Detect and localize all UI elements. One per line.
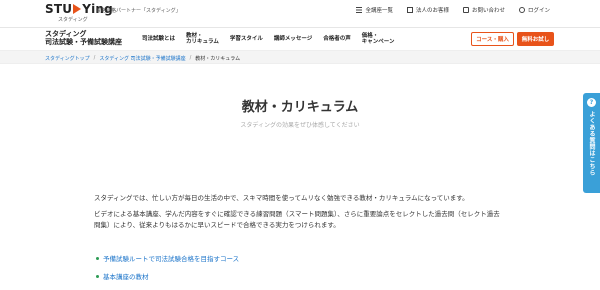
list-item[interactable]: 基本講座の教材 (96, 271, 239, 281)
bullet-icon (96, 274, 99, 278)
question-icon: ? (587, 98, 596, 107)
page-title: 教材・カリキュラム (241, 100, 359, 115)
link-text[interactable]: 基本講座の教材 (103, 271, 149, 281)
top-links: 全講座一覧 法人のお客様 お問い合わせ ログイン (356, 6, 550, 14)
nav-item-curriculum[interactable]: 教材・ カリキュラム (186, 33, 219, 46)
contact-link[interactable]: お問い合わせ (462, 6, 505, 14)
list-item[interactable]: 予備試験ルートで司法試験合格を目指すコース (96, 253, 239, 263)
all-courses-link[interactable]: 全講座一覧 (356, 6, 393, 14)
login-label: ログイン (527, 8, 550, 14)
nav-item-pricing[interactable]: 価格・ キャンペーン (362, 33, 395, 46)
main-nav: スタディング 司法試験・予備試験講座 司法試験とは 教材・ カリキュラム 学習ス… (0, 28, 600, 50)
free-trial-button[interactable]: 無料お試し (517, 32, 554, 46)
nav-item-learning-style[interactable]: 学習スタイル (230, 36, 263, 43)
play-icon (73, 4, 82, 14)
brand-line-1: スタディング (45, 30, 87, 38)
login-link[interactable]: ログイン (518, 6, 550, 14)
link-text[interactable]: 予備試験ルートで司法試験合格を目指すコース (103, 253, 239, 263)
faq-side-tab[interactable]: ? よくある質問はこちら (583, 93, 600, 193)
breadcrumb-divider: / (93, 55, 96, 61)
breadcrumb-item-top[interactable]: スタディングトップ (45, 55, 90, 62)
nav-item-testimonials[interactable]: 合格者の声 (323, 36, 351, 43)
breadcrumb-item-current: 教材・カリキュラム (195, 56, 241, 62)
all-courses-label: 全講座一覧 (365, 8, 393, 14)
user-icon (518, 7, 525, 13)
breadcrumb: スタディングトップ / スタディング 司法試験・予備試験講座 / 教材・カリキュ… (45, 55, 240, 62)
bullet-icon (96, 256, 99, 260)
contact-label: お問い合わせ (471, 8, 505, 14)
faq-side-tab-label: よくある質問はこちら (588, 111, 595, 176)
building-icon (406, 7, 413, 13)
logo-subtitle: スタディング (58, 17, 88, 23)
course-brand[interactable]: スタディング 司法試験・予備試験講座 (45, 30, 122, 46)
intro-paragraph: スタディングでは、忙しい方が毎日の生活の中で、スキマ時間を使ってムリなく勉強でき… (94, 194, 469, 202)
mail-icon (462, 7, 469, 13)
breadcrumb-bar: スタディングトップ / スタディング 司法試験・予備試験講座 / 教材・カリキュ… (0, 50, 600, 64)
description-paragraph: ビデオによる基本講座、学んだ内容をすぐに確認できる練習問題（スマート問題集）、さ… (94, 210, 500, 229)
nav-item-about-exam[interactable]: 司法試験とは (142, 36, 175, 43)
breadcrumb-divider: / (189, 55, 192, 61)
brand-line-2: 司法試験・予備試験講座 (45, 38, 122, 46)
corporate-link[interactable]: 法人のお客様 (406, 6, 449, 14)
top-bar: STU Ying スタディング 資格合格パートナー「スタディング」 全講座一覧 法… (0, 0, 600, 26)
corporate-label: 法人のお客様 (415, 8, 449, 14)
nav-item-instructor-message[interactable]: 講師メッセージ (274, 36, 312, 43)
page-subtitle: スタディングの効果をぜひ体感してください (240, 122, 360, 129)
nav-items: 司法試験とは 教材・ カリキュラム 学習スタイル 講師メッセージ 合格者の声 価… (142, 28, 395, 50)
content-links: 予備試験ルートで司法試験合格を目指すコース 基本講座の教材 (96, 253, 239, 289)
menu-icon (356, 7, 363, 13)
breadcrumb-item-course[interactable]: スタディング 司法試験・予備試験講座 (99, 55, 185, 62)
course-purchase-button[interactable]: コース・購入 (471, 32, 514, 46)
tagline: 資格合格パートナー「スタディング」 (96, 8, 181, 14)
